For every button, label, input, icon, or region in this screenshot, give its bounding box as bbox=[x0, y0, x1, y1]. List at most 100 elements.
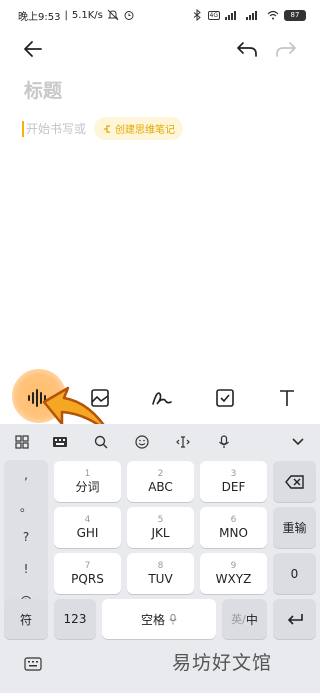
key-4-label: GHI bbox=[76, 525, 99, 540]
mindmap-icon bbox=[104, 124, 111, 133]
hide-keyboard-button[interactable] bbox=[288, 432, 308, 452]
symbol-exclaim[interactable]: ! bbox=[4, 562, 48, 576]
key-2-label: ABC bbox=[148, 479, 173, 494]
key-4[interactable]: 4 GHI bbox=[54, 507, 121, 548]
emoji-button[interactable] bbox=[132, 432, 152, 452]
number-key-label: 123 bbox=[63, 612, 87, 626]
signal-2-icon bbox=[246, 11, 257, 20]
key-0[interactable]: 0 bbox=[273, 553, 316, 594]
space-key-label: 空格 bbox=[140, 612, 165, 627]
battery-icon: 87 bbox=[284, 9, 306, 21]
checklist-icon bbox=[216, 389, 234, 407]
lang-en-label: 英 bbox=[231, 613, 243, 626]
signal-icon bbox=[225, 11, 236, 20]
key-1[interactable]: 1 分词 bbox=[54, 461, 121, 502]
rekey-button[interactable]: 重输 bbox=[273, 507, 316, 548]
undo-button[interactable] bbox=[234, 36, 260, 62]
key-9-label: WXYZ bbox=[215, 571, 252, 586]
symbol-column[interactable]: , 。 ? ! @ bbox=[4, 460, 48, 620]
key-0-label: 0 bbox=[290, 566, 299, 581]
key-8-num: 8 bbox=[157, 560, 164, 571]
symbol-key-label: 符 bbox=[19, 612, 32, 627]
mute-icon bbox=[107, 9, 119, 21]
symbol-question[interactable]: ? bbox=[4, 530, 48, 544]
status-right: 4G 87 bbox=[191, 9, 306, 21]
text-format-icon bbox=[280, 390, 294, 406]
redo-icon bbox=[276, 42, 296, 57]
backspace-icon bbox=[284, 474, 304, 489]
watermark: 易坊好文馆 bbox=[172, 652, 273, 674]
microphone-icon bbox=[219, 435, 229, 448]
key-6-num: 6 bbox=[230, 514, 237, 525]
checklist-button[interactable] bbox=[213, 386, 237, 410]
mindmap-label: 创建思维笔记 bbox=[115, 125, 176, 136]
note-title-input[interactable]: 标题 bbox=[24, 76, 62, 103]
key-7-label: PQRS bbox=[71, 571, 104, 586]
network-type-badge: 4G bbox=[207, 10, 220, 20]
keyboard-menu-button[interactable] bbox=[12, 432, 32, 452]
keyboard-layout-button[interactable] bbox=[50, 432, 70, 452]
keyboard-icon bbox=[53, 437, 67, 447]
key-5-label: JKL bbox=[151, 525, 170, 540]
handwriting-button[interactable] bbox=[150, 386, 174, 410]
key-5-num: 5 bbox=[157, 514, 164, 525]
key-3-label: DEF bbox=[221, 479, 246, 494]
key-5[interactable]: 5 JKL bbox=[127, 507, 194, 548]
key-7[interactable]: 7 PQRS bbox=[54, 553, 121, 594]
language-switch-key[interactable]: 英 / 中 bbox=[222, 599, 267, 639]
redo-button[interactable] bbox=[273, 36, 299, 62]
note-body-input[interactable]: 开始书写或 bbox=[26, 120, 86, 137]
text-cursor bbox=[22, 120, 24, 137]
key-2[interactable]: 2 ABC bbox=[127, 461, 194, 502]
search-icon bbox=[94, 435, 108, 449]
keyboard-search-button[interactable] bbox=[91, 432, 111, 452]
cursor-move-button[interactable] bbox=[173, 432, 193, 452]
create-mindmap-button[interactable]: 创建思维笔记 bbox=[94, 117, 184, 140]
wifi-icon bbox=[267, 10, 279, 20]
key-1-num: 1 bbox=[84, 468, 91, 479]
keyboard-mic-button[interactable] bbox=[214, 432, 234, 452]
symbol-key[interactable]: 符 bbox=[4, 599, 48, 639]
key-9-num: 9 bbox=[230, 560, 237, 571]
key-2-num: 2 bbox=[157, 468, 164, 479]
arrow-left-icon bbox=[24, 41, 42, 57]
space-mic-icon bbox=[169, 613, 177, 624]
handwriting-icon bbox=[152, 392, 172, 405]
symbol-comma[interactable]: , bbox=[4, 468, 48, 482]
keyboard-switch-icon bbox=[24, 657, 42, 671]
key-6[interactable]: 6 MNO bbox=[200, 507, 267, 548]
key-3-num: 3 bbox=[230, 468, 237, 479]
grid-icon bbox=[15, 435, 29, 449]
undo-icon bbox=[237, 42, 257, 57]
status-net-speed: 5.1K/s bbox=[71, 9, 103, 21]
status-left: 晚上9:53 | 5.1K/s bbox=[18, 8, 135, 23]
note-header bbox=[0, 32, 320, 64]
bluetooth-icon bbox=[193, 9, 201, 21]
space-key[interactable]: 空格 bbox=[102, 599, 216, 639]
key-4-num: 4 bbox=[84, 514, 91, 525]
lang-cn-label: 中 bbox=[245, 612, 258, 627]
key-8-label: TUV bbox=[148, 571, 173, 586]
rekey-label: 重输 bbox=[282, 521, 307, 535]
symbol-period[interactable]: 。 bbox=[4, 498, 48, 515]
key-6-label: MNO bbox=[219, 525, 248, 540]
key-1-label: 分词 bbox=[75, 479, 100, 494]
emoji-icon bbox=[135, 435, 149, 449]
key-9[interactable]: 9 WXYZ bbox=[200, 553, 267, 594]
key-3[interactable]: 3 DEF bbox=[200, 461, 267, 502]
enter-key[interactable] bbox=[273, 599, 316, 639]
status-divider: | bbox=[64, 9, 68, 21]
keyboard-switch-button[interactable] bbox=[24, 656, 44, 672]
key-7-num: 7 bbox=[84, 560, 91, 571]
delete-key[interactable] bbox=[273, 461, 316, 502]
keyboard-toolbar bbox=[0, 424, 320, 460]
number-key[interactable]: 123 bbox=[54, 599, 96, 639]
status-bar: 晚上9:53 | 5.1K/s 4G 87 bbox=[0, 0, 320, 30]
text-format-button[interactable] bbox=[275, 386, 299, 410]
back-button[interactable] bbox=[20, 36, 46, 62]
status-time: 晚上9:53 bbox=[18, 11, 61, 23]
chevron-down-icon bbox=[292, 438, 304, 446]
note-body-row: 开始书写或 创建思维笔记 bbox=[22, 117, 184, 140]
cursor-move-icon bbox=[176, 436, 190, 448]
key-8[interactable]: 8 TUV bbox=[127, 553, 194, 594]
